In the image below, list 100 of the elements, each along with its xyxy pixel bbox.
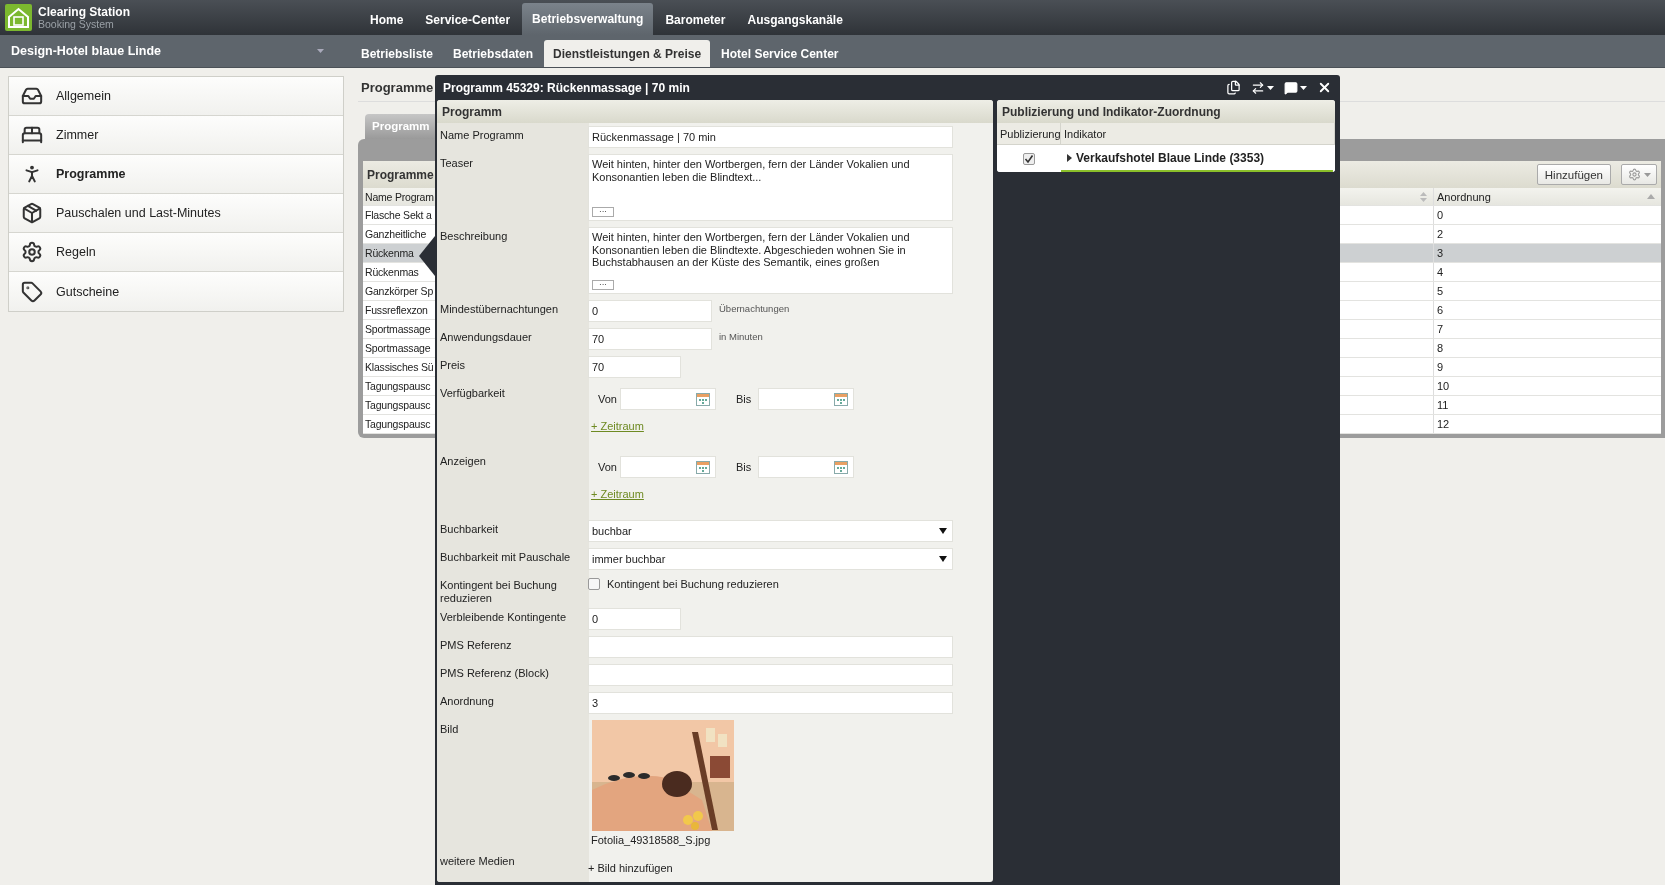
calendar-icon[interactable] <box>696 392 710 406</box>
field-label: Buchbarkeit mit Pauschale <box>437 545 589 573</box>
settings-button[interactable] <box>1621 164 1657 185</box>
field-label: Verfügbarkeit <box>437 381 589 449</box>
field-label: Anzeigen <box>437 449 589 517</box>
sidebar-item[interactable]: Zimmer <box>9 116 343 155</box>
gear-icon <box>1627 168 1641 181</box>
select-field[interactable]: buchbar <box>588 520 953 542</box>
date-field[interactable] <box>758 388 854 410</box>
section-icon <box>20 201 44 225</box>
column-header: Publizierung <box>997 123 1061 144</box>
calendar-icon[interactable] <box>696 460 710 474</box>
field-label: Beschreibung <box>437 224 589 297</box>
page-title: Programme <box>361 80 434 95</box>
checkbox[interactable] <box>588 578 600 590</box>
nav-tab[interactable]: Betriebsverwaltung <box>522 3 654 35</box>
number-field[interactable]: 0 <box>588 608 681 630</box>
field-label: Verbleibende Kontingente <box>437 605 589 633</box>
field-label: Preis <box>437 353 589 381</box>
text-field[interactable]: 3 <box>588 692 953 714</box>
add-period-link[interactable]: + Zeitraum <box>591 420 644 432</box>
date-field[interactable] <box>620 388 716 410</box>
field-label: Anordnung <box>437 689 589 717</box>
calendar-icon[interactable] <box>834 460 848 474</box>
text-area[interactable]: Weit hinten, hinter den Wortbergen, fern der Länder Vokalien und Konsonantien leben die Blindtexte. Abgeschieden wohnen Sie in Buchstabhausen an der Küste des Semantik, eines großen ··· <box>588 227 953 294</box>
sub-nav-tab[interactable]: Betriebsdaten <box>444 41 543 67</box>
dialog-title: Programm 45329: Rückenmassage | 70 min <box>443 80 690 95</box>
transfer-button[interactable] <box>1251 80 1274 95</box>
table-cell-text: Rückenma <box>364 246 415 261</box>
number-field[interactable]: 70 <box>588 328 712 350</box>
table-cell-text: 2 <box>1436 227 1445 242</box>
column-header[interactable]: Name Program <box>363 188 435 205</box>
caret-icon <box>1643 172 1651 177</box>
grid-title: Programme <box>367 167 434 182</box>
text-field[interactable] <box>588 636 953 658</box>
to-label: Bis <box>736 393 752 405</box>
caret-icon <box>1300 85 1307 90</box>
expand-icon[interactable] <box>1067 153 1072 162</box>
table-cell-text: Fussreflexzon <box>364 303 429 318</box>
tree-node[interactable]: Verkaufshotel Blaue Linde (3353) <box>1061 145 1333 172</box>
table-cell-text: 8 <box>1436 341 1445 356</box>
text-field[interactable] <box>588 664 953 686</box>
field-label: Anwendungsdauer <box>437 325 589 353</box>
unit-label: Übernachtungen <box>719 302 790 314</box>
close-button[interactable] <box>1317 80 1332 95</box>
table-cell-text: Tagungspausc <box>364 417 432 432</box>
date-field[interactable] <box>620 456 716 478</box>
sidebar-item[interactable]: Allgemein <box>9 77 343 116</box>
nav-tab[interactable]: Barometer <box>655 5 736 35</box>
table-cell-text: Sportmassage <box>364 322 432 337</box>
text-area[interactable]: Weit hinten, hinter den Wortbergen, fern der Länder Vokalien und Konsonantien leben die Blindtext... ··· <box>588 154 953 221</box>
table-cell-text: Klassisches Sü <box>364 360 435 375</box>
sub-nav-tab[interactable]: Betriebsliste <box>352 41 443 67</box>
table-cell-text: 6 <box>1436 303 1445 318</box>
expand-button[interactable]: ··· <box>592 207 614 217</box>
field-label: Teaser <box>437 151 589 224</box>
nav-tab[interactable]: Service-Center <box>415 5 521 35</box>
sub-nav-tab[interactable]: Dienstleistungen & Preise <box>544 40 711 67</box>
field-label: Mindestübernachtungen <box>437 297 589 325</box>
table-cell-text: Tagungspausc <box>364 398 432 413</box>
select-field[interactable]: immer buchbar <box>588 548 953 570</box>
checkbox[interactable] <box>1023 152 1035 165</box>
dropdown-icon <box>317 49 324 53</box>
table-cell-text: Sportmassage <box>364 341 432 356</box>
sidebar-item[interactable]: Gutscheine <box>9 272 343 311</box>
copy-button[interactable] <box>1226 80 1241 95</box>
calendar-icon[interactable] <box>834 392 848 406</box>
sidebar-item[interactable]: Regeln <box>9 233 343 272</box>
table-cell-text: Flasche Sekt a <box>364 208 433 223</box>
sub-nav-tab[interactable]: Hotel Service Center <box>712 41 848 67</box>
nav-tab[interactable]: Ausgangskanäle <box>737 5 853 35</box>
table-cell-text: 10 <box>1436 379 1451 394</box>
table-cell-text: 12 <box>1436 417 1451 432</box>
sort-icon <box>1647 194 1655 199</box>
expand-button[interactable]: ··· <box>592 280 614 290</box>
table-cell-text: 7 <box>1436 322 1445 337</box>
sidebar-item[interactable]: Pauschalen und Last-Minutes <box>9 194 343 233</box>
section-title: Programm <box>437 100 993 123</box>
table-cell-text: 4 <box>1436 265 1445 280</box>
dropdown-icon <box>939 556 947 562</box>
add-button[interactable]: Hinzufügen <box>1536 164 1611 185</box>
text-field[interactable]: Rückenmassage | 70 min <box>588 126 953 148</box>
add-image-link[interactable]: + Bild hinzufügen <box>588 862 673 874</box>
table-cell-text: 0 <box>1436 208 1445 223</box>
sidebar-item[interactable]: Programme <box>9 155 343 194</box>
dropdown-icon <box>939 528 947 534</box>
to-label: Bis <box>736 461 752 473</box>
hotel-selector[interactable]: Design-Hotel blaue Linde <box>0 35 334 67</box>
sort-icon[interactable] <box>1420 191 1427 202</box>
text-area-text: Weit hinten, hinter den Wortbergen, fern der Länder Vokalien und Konsonantien leben die Blindtext... <box>592 158 911 183</box>
field-label: PMS Referenz (Block) <box>437 661 589 689</box>
date-field[interactable] <box>758 456 854 478</box>
number-field[interactable]: 70 <box>588 356 681 378</box>
nav-tab[interactable]: Home <box>360 5 414 35</box>
table-cell-text: 5 <box>1436 284 1445 299</box>
add-period-link[interactable]: + Zeitraum <box>591 488 644 500</box>
field-label: Buchbarkeit <box>437 517 589 545</box>
comment-button[interactable] <box>1284 80 1307 95</box>
number-field[interactable]: 0 <box>588 300 712 322</box>
column-header[interactable]: Anordnung <box>1434 188 1661 205</box>
